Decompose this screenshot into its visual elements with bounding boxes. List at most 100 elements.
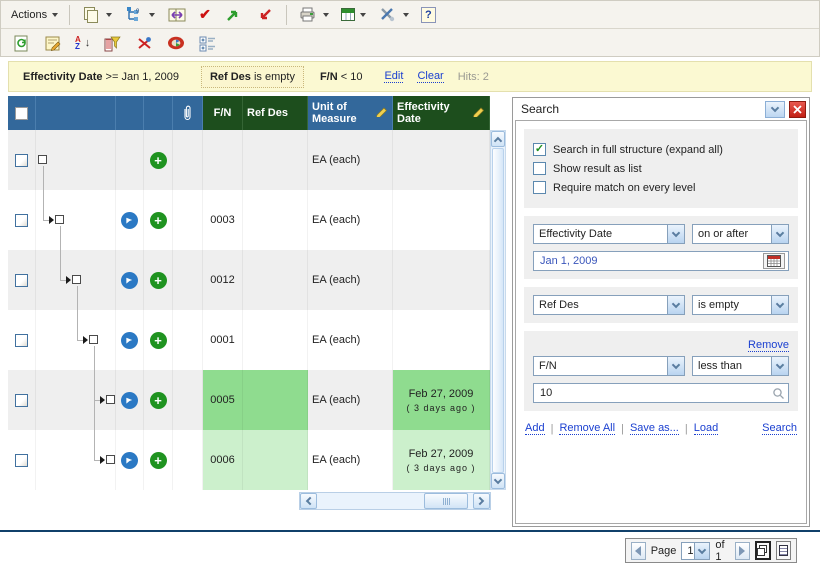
- copy-button[interactable]: [75, 2, 118, 28]
- where-used-icon[interactable]: [121, 212, 138, 229]
- filter-criterion-refdes[interactable]: Ref Des is empty: [201, 66, 304, 88]
- effectivity-column-header[interactable]: Effectivity Date: [393, 96, 490, 130]
- table-row[interactable]: + 0012 EA (each): [8, 250, 490, 310]
- date-input[interactable]: Jan 1, 2009: [533, 251, 789, 271]
- page-number-select[interactable]: 1: [681, 542, 710, 560]
- select-arrow-button[interactable]: [694, 543, 709, 559]
- tree-node[interactable]: [55, 215, 64, 224]
- select-arrow-button[interactable]: [667, 225, 684, 243]
- clear-filter-link[interactable]: Clear: [417, 70, 443, 83]
- calendar-button[interactable]: [763, 253, 785, 269]
- table-row[interactable]: + 0003 EA (each): [8, 190, 490, 250]
- select-arrow-button[interactable]: [771, 225, 788, 243]
- tree-expand-arrow-icon[interactable]: [100, 396, 105, 404]
- select-arrow-button[interactable]: [667, 357, 684, 375]
- fn-column-header[interactable]: F/N: [203, 96, 243, 130]
- single-view-button[interactable]: [776, 541, 791, 560]
- select-all-checkbox[interactable]: [15, 107, 28, 120]
- full-structure-checkbox[interactable]: ✓: [533, 143, 546, 156]
- table-row[interactable]: + 0001 EA (each): [8, 310, 490, 370]
- where-used-icon[interactable]: [121, 392, 138, 409]
- scroll-right-button[interactable]: [473, 493, 490, 509]
- run-search-link[interactable]: Search: [762, 422, 797, 435]
- promote-button[interactable]: [217, 2, 249, 28]
- row-checkbox[interactable]: [15, 274, 28, 287]
- add-line-icon[interactable]: +: [150, 152, 167, 169]
- operator-select[interactable]: less than: [692, 356, 789, 376]
- tree-expand-arrow-icon[interactable]: [49, 216, 54, 224]
- horizontal-scroll-thumb[interactable]: [424, 493, 468, 509]
- save-as-link[interactable]: Save as...: [630, 422, 679, 435]
- value-input[interactable]: 10: [533, 383, 789, 403]
- horizontal-scroll-track[interactable]: [317, 493, 473, 509]
- field-select[interactable]: Effectivity Date: [533, 224, 685, 244]
- tree-node[interactable]: [89, 335, 98, 344]
- approve-button[interactable]: ✔: [193, 3, 217, 26]
- row-checkbox[interactable]: [15, 154, 28, 167]
- tree-node[interactable]: [106, 395, 115, 404]
- show-as-list-checkbox[interactable]: [533, 162, 546, 175]
- table-row[interactable]: + 0005 EA (each) Feb 27, 2009 ( 3 days a…: [8, 370, 490, 430]
- export-table-button[interactable]: [335, 5, 372, 24]
- tools-button[interactable]: [372, 2, 415, 28]
- edit-pencil-icon[interactable]: [375, 104, 389, 120]
- horizontal-scrollbar[interactable]: [299, 492, 491, 510]
- row-checkbox[interactable]: [15, 214, 28, 227]
- actions-menu-button[interactable]: Actions: [5, 6, 64, 24]
- tree-node[interactable]: [106, 455, 115, 464]
- filter-button[interactable]: [96, 30, 128, 56]
- uom-column-header[interactable]: Unit of Measure: [308, 96, 393, 130]
- select-arrow-button[interactable]: [771, 357, 788, 375]
- panel-select-button[interactable]: [765, 101, 785, 118]
- where-used-icon[interactable]: [121, 452, 138, 469]
- match-every-level-checkbox[interactable]: [533, 181, 546, 194]
- refdes-column-header[interactable]: Ref Des: [243, 96, 308, 130]
- field-select[interactable]: F/N: [533, 356, 685, 376]
- scroll-down-button[interactable]: [491, 473, 505, 489]
- table-row[interactable]: + EA (each): [8, 130, 490, 190]
- row-checkbox[interactable]: [15, 394, 28, 407]
- operator-select[interactable]: on or after: [692, 224, 789, 244]
- edit-filter-link[interactable]: Edit: [384, 70, 403, 83]
- tree-expand-arrow-icon[interactable]: [66, 276, 71, 284]
- view-sphere-button[interactable]: [160, 30, 192, 56]
- remove-all-link[interactable]: Remove All: [559, 422, 615, 435]
- structure-expand-button[interactable]: 9: [118, 2, 161, 28]
- sort-button[interactable]: AZ ↓: [69, 33, 96, 53]
- previous-page-button[interactable]: [631, 542, 646, 560]
- scroll-up-button[interactable]: [491, 131, 505, 147]
- demote-button[interactable]: [249, 2, 281, 28]
- add-line-icon[interactable]: +: [150, 272, 167, 289]
- edit-note-button[interactable]: [37, 30, 69, 56]
- table-row[interactable]: + 0006 EA (each) Feb 27, 2009 ( 3 days a…: [8, 430, 490, 490]
- add-criterion-link[interactable]: Add: [525, 422, 545, 435]
- help-button[interactable]: ?: [415, 4, 442, 26]
- vertical-scroll-thumb[interactable]: [492, 148, 504, 473]
- load-link[interactable]: Load: [694, 422, 718, 435]
- field-select[interactable]: Ref Des: [533, 295, 685, 315]
- select-arrow-button[interactable]: [667, 296, 684, 314]
- select-arrow-button[interactable]: [771, 296, 788, 314]
- swap-button[interactable]: [161, 2, 193, 28]
- pin-remove-button[interactable]: [128, 30, 160, 56]
- add-line-icon[interactable]: +: [150, 212, 167, 229]
- tree-node[interactable]: [72, 275, 81, 284]
- next-page-button[interactable]: [735, 542, 750, 560]
- where-used-icon[interactable]: [121, 272, 138, 289]
- vertical-scrollbar[interactable]: [490, 130, 506, 490]
- operator-select[interactable]: is empty: [692, 295, 789, 315]
- tree-expand-arrow-icon[interactable]: [83, 336, 88, 344]
- tree-expand-arrow-icon[interactable]: [100, 456, 105, 464]
- print-button[interactable]: [292, 2, 335, 28]
- expand-all-button[interactable]: [192, 30, 224, 56]
- add-line-icon[interactable]: +: [150, 392, 167, 409]
- row-checkbox[interactable]: [15, 454, 28, 467]
- add-line-icon[interactable]: +: [150, 452, 167, 469]
- remove-criterion-link[interactable]: Remove: [748, 339, 789, 352]
- refresh-button[interactable]: [5, 30, 37, 56]
- scroll-left-button[interactable]: [300, 493, 317, 509]
- row-checkbox[interactable]: [15, 334, 28, 347]
- cascade-view-button[interactable]: [755, 541, 771, 560]
- add-line-icon[interactable]: +: [150, 332, 167, 349]
- tree-node[interactable]: [38, 155, 47, 164]
